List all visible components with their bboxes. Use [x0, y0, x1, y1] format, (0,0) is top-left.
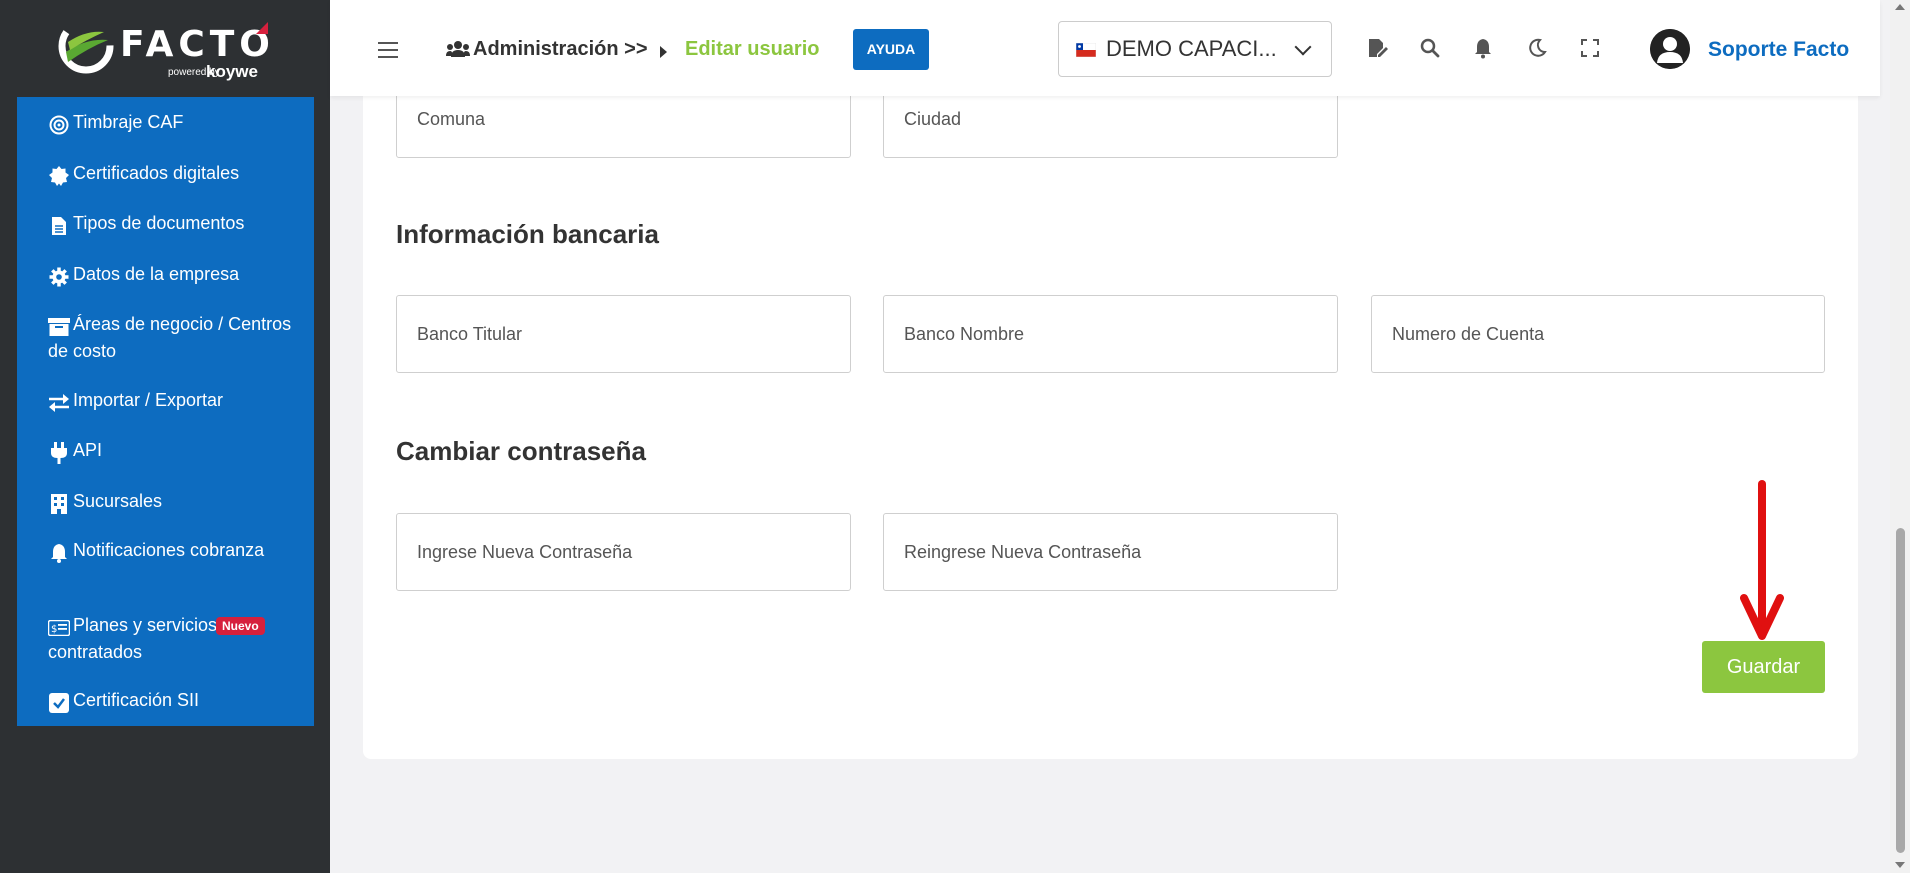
sidebar-item-certificados[interactable]: Certificados digitales	[48, 161, 293, 188]
sidebar-item-label: API	[73, 440, 103, 460]
sidebar-item-label: Tipos de documentos	[73, 213, 245, 233]
facto-logo[interactable]: FACTO powered by koywe	[58, 16, 278, 84]
banco-titular-field[interactable]	[396, 295, 851, 373]
sidebar-item-label: Notificaciones cobranza	[73, 540, 265, 560]
company-selector[interactable]: DEMO CAPACI...	[1058, 21, 1332, 77]
sidebar-item-api[interactable]: API	[48, 438, 293, 465]
sidebar-item-label: Importar / Exportar	[73, 390, 224, 410]
sidebar-item-label: Planes y servicios contratados	[48, 615, 218, 662]
avatar[interactable]	[1650, 29, 1690, 69]
chile-flag-icon	[1076, 43, 1096, 57]
document-icon	[48, 213, 70, 238]
sidebar: FACTO powered by koywe Timbraje CAF Cert…	[0, 0, 330, 873]
users-icon	[446, 41, 470, 57]
banco-nombre-field[interactable]	[883, 295, 1338, 373]
scroll-down-arrow-icon[interactable]	[1895, 862, 1905, 868]
new-password-field[interactable]	[396, 513, 851, 591]
swap-icon	[48, 390, 70, 415]
svg-text:$: $	[51, 624, 57, 635]
breadcrumb-current: Editar usuario	[685, 38, 820, 60]
building-icon	[48, 491, 70, 516]
user-name[interactable]: Soporte Facto	[1708, 38, 1849, 62]
numero-cuenta-input[interactable]	[1372, 296, 1824, 372]
breadcrumb-parent[interactable]: Administración >>	[473, 38, 648, 61]
breadcrumb-caret-icon	[660, 46, 667, 58]
plug-icon	[48, 440, 70, 465]
banco-nombre-input[interactable]	[884, 296, 1337, 372]
numero-cuenta-field[interactable]	[1371, 295, 1825, 373]
sidebar-item-tipos-documentos[interactable]: Tipos de documentos	[48, 211, 293, 238]
user-avatar-icon	[1650, 29, 1690, 69]
annotation-arrow-icon	[1740, 480, 1784, 640]
sidebar-item-importar-exportar[interactable]: Importar / Exportar	[48, 388, 293, 415]
target-icon	[48, 112, 70, 137]
gear-icon	[48, 264, 70, 289]
save-button[interactable]: Guardar	[1702, 641, 1825, 693]
sidebar-item-label: Sucursales	[73, 491, 163, 511]
repeat-password-field[interactable]	[883, 513, 1338, 591]
scroll-up-arrow-icon[interactable]	[1895, 4, 1905, 10]
sidebar-item-label: Timbraje CAF	[73, 112, 184, 132]
logo-accent-icon	[256, 22, 268, 34]
company-name: DEMO CAPACI...	[1106, 36, 1277, 61]
sidebar-item-label: Datos de la empresa	[73, 264, 240, 284]
bell-icon	[48, 540, 70, 565]
search-icon[interactable]	[1418, 36, 1442, 60]
chevron-down-icon	[1294, 38, 1312, 56]
sidebar-item-timbraje-caf[interactable]: Timbraje CAF	[48, 110, 293, 137]
help-button[interactable]: AYUDA	[853, 29, 929, 70]
archive-icon	[48, 314, 70, 339]
badge-icon	[48, 163, 70, 188]
topbar: Administración >> Editar usuario AYUDA D…	[330, 0, 1880, 96]
edit-document-icon[interactable]	[1366, 36, 1390, 60]
sidebar-item-areas-negocio[interactable]: Áreas de negocio / Centros de costo	[48, 312, 293, 364]
bank-section-title: Información bancaria	[396, 219, 659, 249]
sidebar-item-datos-empresa[interactable]: Datos de la empresa	[48, 262, 293, 289]
money-icon: $	[48, 615, 70, 640]
sidebar-item-notificaciones[interactable]: Notificaciones cobranza	[48, 538, 293, 565]
logo-swoosh-icon	[58, 18, 114, 74]
sidebar-item-sucursales[interactable]: Sucursales	[48, 489, 293, 516]
sidebar-item-label: Certificados digitales	[73, 163, 240, 183]
sidebar-item-certificacion-sii[interactable]: Certificación SII	[48, 688, 293, 715]
scrollbar-thumb[interactable]	[1896, 528, 1905, 853]
sidebar-item-label: Certificación SII	[73, 690, 200, 710]
sidebar-item-planes-servicios[interactable]: $ Planes y servicios contratados Nuevo	[48, 613, 293, 665]
dark-mode-moon-icon[interactable]	[1525, 36, 1549, 60]
repeat-password-input[interactable]	[884, 514, 1337, 590]
new-password-input[interactable]	[397, 514, 850, 590]
menu-toggle-icon[interactable]	[378, 42, 398, 58]
notifications-bell-icon[interactable]	[1471, 36, 1495, 60]
sidebar-item-label: Áreas de negocio / Centros de costo	[48, 314, 292, 361]
banco-titular-input[interactable]	[397, 296, 850, 372]
fullscreen-icon[interactable]	[1578, 36, 1602, 60]
password-section-title: Cambiar contraseña	[396, 436, 646, 466]
brand-partner: koywe	[206, 62, 258, 81]
brand-name: FACTO	[120, 24, 275, 65]
checkbox-icon	[48, 690, 70, 715]
new-badge: Nuevo	[216, 617, 265, 635]
